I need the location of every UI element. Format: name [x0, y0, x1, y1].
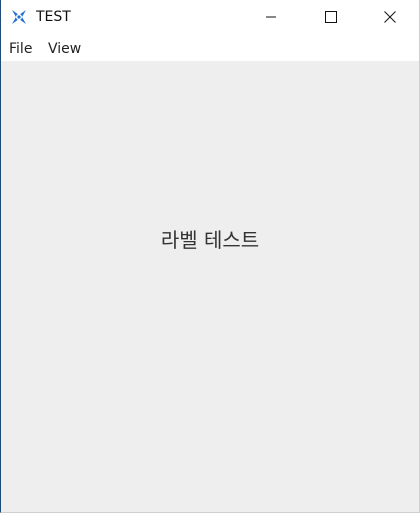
maximize-icon: [325, 8, 337, 27]
close-button[interactable]: [367, 0, 413, 34]
window-title: TEST: [36, 9, 71, 25]
content-area: 라벨 테스트: [1, 61, 419, 512]
title-bar[interactable]: TEST: [1, 0, 419, 34]
app-logo-icon: [9, 7, 29, 27]
minimize-icon: [265, 8, 277, 27]
menu-bar: File View: [1, 34, 419, 61]
menu-file[interactable]: File: [9, 41, 32, 57]
center-label: 라벨 테스트: [160, 228, 260, 252]
minimize-button[interactable]: [248, 0, 294, 34]
app-window: TEST File View 라벨 테스트: [0, 0, 420, 513]
maximize-button[interactable]: [308, 0, 354, 34]
close-icon: [384, 8, 396, 27]
menu-view[interactable]: View: [48, 41, 81, 57]
